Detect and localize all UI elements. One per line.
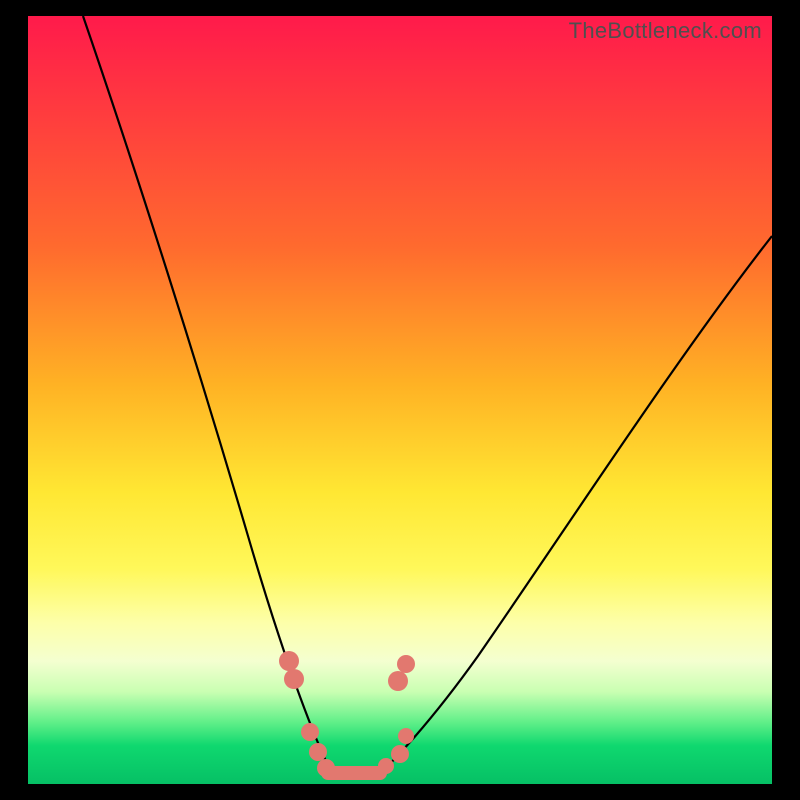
marker-dot: [317, 759, 335, 777]
marker-dot: [309, 743, 327, 761]
plot-area: TheBottleneck.com: [28, 16, 772, 784]
watermark-text: TheBottleneck.com: [569, 18, 762, 44]
chart-frame: TheBottleneck.com: [0, 0, 800, 800]
right-curve: [378, 236, 772, 776]
marker-dot: [378, 758, 394, 774]
marker-dot: [391, 745, 409, 763]
marker-dot: [397, 655, 415, 673]
marker-dot: [279, 651, 299, 671]
marker-dot: [388, 671, 408, 691]
curves-svg: [28, 16, 772, 784]
marker-dot: [301, 723, 319, 741]
marker-dot: [284, 669, 304, 689]
marker-dot: [398, 728, 414, 744]
